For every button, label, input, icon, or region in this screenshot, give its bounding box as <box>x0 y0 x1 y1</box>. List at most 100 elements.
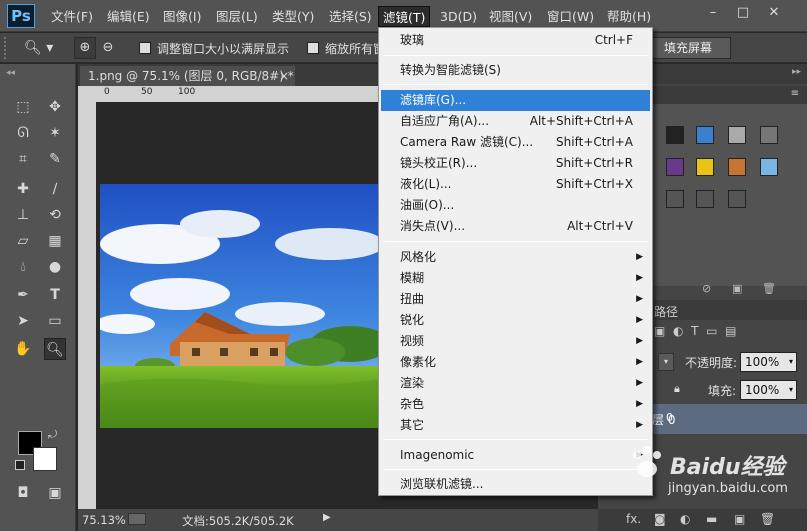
menu-item-browse-online-filters[interactable]: 浏览联机滤镜... <box>381 474 650 495</box>
blend-mode-dropdown[interactable]: ▾ <box>658 353 674 371</box>
style-swatch[interactable] <box>666 158 684 176</box>
delete-layer-icon[interactable]: 🗑︎ <box>760 512 775 526</box>
swap-colors-icon[interactable]: ⤾ <box>48 428 57 442</box>
menu-filter[interactable]: 滤镜(T) <box>378 6 431 27</box>
menu-image[interactable]: 图像(I) <box>159 6 205 27</box>
background-color-swatch[interactable] <box>33 447 57 471</box>
menu-item-noise[interactable]: 杂色 ▶ <box>381 394 650 415</box>
new-style-icon[interactable]: ▣ <box>732 282 742 295</box>
style-swatch[interactable] <box>728 158 746 176</box>
restore-button[interactable]: □ <box>733 4 753 22</box>
style-swatch[interactable] <box>696 158 714 176</box>
style-swatch[interactable] <box>728 126 746 144</box>
healing-brush-icon[interactable]: ✚ <box>12 178 34 200</box>
menu-item-distort[interactable]: 扭曲 ▶ <box>381 289 650 310</box>
zoom-out-icon[interactable]: ⊖ <box>97 37 119 59</box>
mask-icon[interactable]: ◙ <box>654 512 666 526</box>
menu-file[interactable]: 文件(F) <box>47 6 97 27</box>
menu-view[interactable]: 视图(V) <box>485 6 536 27</box>
opacity-input[interactable]: 100% ▾ <box>740 352 797 372</box>
adjustment-filter-icon[interactable]: ◐ <box>673 324 683 338</box>
crop-tool-icon[interactable]: ⌗ <box>12 148 34 170</box>
expand-panels-icon[interactable]: ▸▸ <box>792 67 801 77</box>
menu-item-sharpen[interactable]: 锐化 ▶ <box>381 310 650 331</box>
style-swatch[interactable] <box>696 190 714 208</box>
history-brush-icon[interactable]: ⟲ <box>44 204 66 226</box>
fx-icon[interactable]: fx. <box>626 512 641 526</box>
path-selection-icon[interactable]: ➤ <box>12 310 34 332</box>
style-swatch[interactable] <box>760 126 778 144</box>
rectangle-tool-icon[interactable]: ▭ <box>44 310 66 332</box>
menu-item-convert-smart-filter[interactable]: 转换为智能滤镜(S) <box>381 60 650 81</box>
menu-item-imagenomic[interactable]: Imagenomic ▶ <box>381 445 650 466</box>
chevron-down-icon[interactable]: ▾ <box>789 353 793 371</box>
hand-tool-icon[interactable]: ✋ <box>12 338 34 360</box>
new-layer-icon[interactable]: ▣ <box>734 512 745 526</box>
adjustment-layer-icon[interactable]: ◐ <box>680 512 690 526</box>
menu-item-vanishing-point[interactable]: 消失点(V)... Alt+Ctrl+V <box>381 216 650 237</box>
gradient-tool-icon[interactable]: ▦ <box>44 230 66 252</box>
menu-item-pixelate[interactable]: 像素化 ▶ <box>381 352 650 373</box>
menu-item-last-filter[interactable]: 玻璃 Ctrl+F <box>381 30 650 51</box>
image-filter-icon[interactable]: ▣ <box>654 324 665 338</box>
smart-filter-icon[interactable]: ▤ <box>725 324 736 338</box>
menu-layer[interactable]: 图层(L) <box>212 6 262 27</box>
lasso-tool-icon[interactable]: ᘏ <box>12 122 34 144</box>
menu-window[interactable]: 窗口(W) <box>543 6 598 27</box>
zoom-tool-preset-icon[interactable]: 🔍︎ ▾ <box>24 37 62 59</box>
group-icon[interactable]: ▬ <box>706 512 717 526</box>
clone-stamp-icon[interactable]: ⊥ <box>12 204 34 226</box>
move-tool-icon[interactable]: ✥ <box>44 96 66 118</box>
zoom-all-checkbox[interactable] <box>307 42 319 54</box>
eraser-icon[interactable]: ▱ <box>12 230 34 252</box>
default-colors-icon[interactable] <box>15 460 25 470</box>
shape-filter-icon[interactable]: ▭ <box>706 324 717 338</box>
type-tool-icon[interactable]: T <box>44 284 66 306</box>
menu-item-stylize[interactable]: 风格化 ▶ <box>381 247 650 268</box>
style-swatch[interactable] <box>666 190 684 208</box>
menu-item-video[interactable]: 视频 ▶ <box>381 331 650 352</box>
brush-tool-icon[interactable]: ∕ <box>44 178 66 200</box>
zoom-tool-icon[interactable]: 🔍︎ <box>44 338 66 360</box>
style-swatch[interactable] <box>760 158 778 176</box>
eyedropper-icon[interactable]: ✎ <box>44 148 66 170</box>
paths-tab[interactable]: 路径 <box>654 303 678 320</box>
dodge-tool-icon[interactable]: ● <box>44 256 66 278</box>
menu-type[interactable]: 类型(Y) <box>268 6 318 27</box>
menu-item-lens-correction[interactable]: 镜头校正(R)... Shift+Ctrl+R <box>381 153 650 174</box>
minimize-button[interactable]: – <box>703 4 723 22</box>
menu-item-blur[interactable]: 模糊 ▶ <box>381 268 650 289</box>
delete-style-icon[interactable]: 🗑︎ <box>762 282 776 295</box>
status-menu-arrow-icon[interactable]: ▶ <box>323 512 331 523</box>
fill-screen-button[interactable]: 填充屏幕 <box>645 37 731 59</box>
menu-item-adaptive-wide-angle[interactable]: 自适应广角(A)... Alt+Shift+Ctrl+A <box>381 111 650 132</box>
screen-mode-icon[interactable]: ▣ <box>44 482 66 504</box>
fill-input[interactable]: 100% ▾ <box>740 380 797 400</box>
zoom-level[interactable]: 75.13% <box>82 513 126 527</box>
lock-icon[interactable]: 🔒︎ <box>674 382 680 396</box>
menu-select[interactable]: 选择(S) <box>325 6 376 27</box>
menu-item-camera-raw[interactable]: Camera Raw 滤镜(C)... Shift+Ctrl+A <box>381 132 650 153</box>
menu-item-filter-gallery[interactable]: 滤镜库(G)... <box>381 90 650 111</box>
grip-handle[interactable] <box>4 37 10 59</box>
type-filter-icon[interactable]: T <box>691 324 698 338</box>
menu-item-render[interactable]: 渲染 ▶ <box>381 373 650 394</box>
close-button[interactable]: ✕ <box>764 4 784 22</box>
menu-edit[interactable]: 编辑(E) <box>103 6 154 27</box>
marquee-tool-icon[interactable]: ⬚ <box>12 96 34 118</box>
style-swatch[interactable] <box>696 126 714 144</box>
close-tab-icon[interactable]: × <box>279 66 289 86</box>
pen-tool-icon[interactable]: ✒ <box>12 284 34 306</box>
menu-help[interactable]: 帮助(H) <box>603 6 655 27</box>
zoom-in-icon[interactable]: ⊕ <box>74 37 96 59</box>
blur-tool-icon[interactable]: 💧︎ <box>12 256 34 278</box>
menu-3d[interactable]: 3D(D) <box>436 6 481 27</box>
no-style-icon[interactable]: ⊘ <box>702 282 711 295</box>
menu-item-other[interactable]: 其它 ▶ <box>381 415 650 436</box>
collapse-toolbox-icon[interactable]: ◂◂ <box>6 68 15 78</box>
menu-item-liquify[interactable]: 液化(L)... Shift+Ctrl+X <box>381 174 650 195</box>
panel-menu-icon[interactable]: ≡ <box>791 88 799 99</box>
document-tab[interactable]: 1.png @ 75.1% (图层 0, RGB/8#) * × <box>80 66 295 86</box>
menu-item-oil-paint[interactable]: 油画(O)... <box>381 195 650 216</box>
layer-row[interactable]: 层 0 0 <box>652 404 807 434</box>
